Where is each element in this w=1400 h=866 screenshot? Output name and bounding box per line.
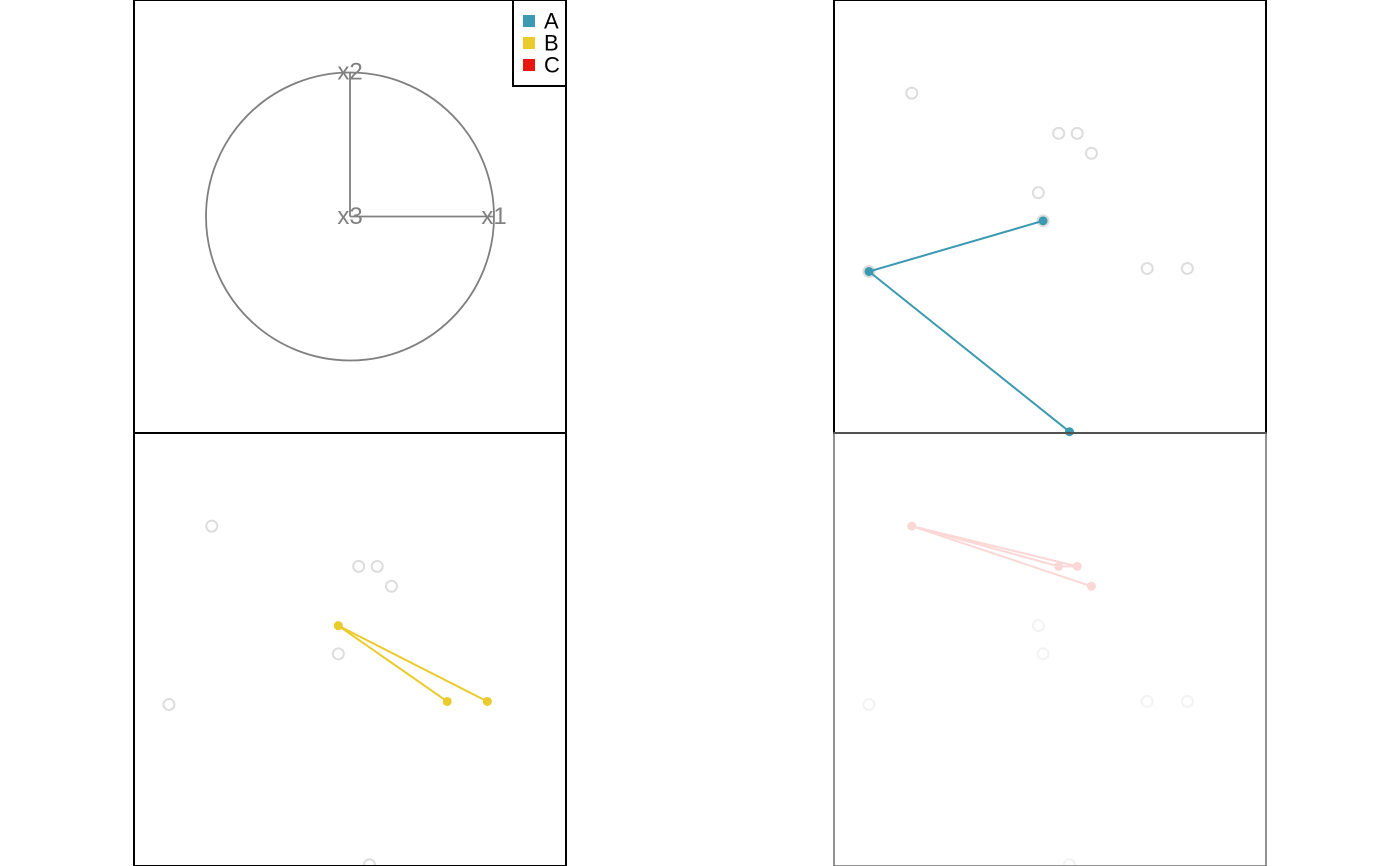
panel-frame-group-b <box>133 432 567 866</box>
edge-a-2 <box>868 270 1071 433</box>
background-point-a-3 <box>1070 126 1084 140</box>
panel-frame-group-c <box>833 432 1267 866</box>
edge-c-3 <box>911 525 1092 588</box>
scatter-marks-group-a <box>862 86 1194 437</box>
background-point-a-8 <box>1140 261 1154 275</box>
scatter-marks-group-b <box>162 519 492 866</box>
scatter-panel-group-c <box>833 432 1267 866</box>
background-point-c-2 <box>1036 647 1050 661</box>
axes-layer: x1 x2 x3 <box>205 59 507 362</box>
background-point-a-5 <box>1031 186 1045 200</box>
group-point-a-2 <box>864 266 874 276</box>
background-point-c-4 <box>1140 694 1154 708</box>
group-point-b-3 <box>482 696 492 706</box>
background-point-b-4 <box>384 579 398 593</box>
legend-swatch-c <box>523 59 535 71</box>
background-point-a-9 <box>1180 261 1194 275</box>
group-point-a-1 <box>1038 216 1048 226</box>
background-point-a-1 <box>905 86 919 100</box>
panel-frame-group-a <box>833 0 1267 434</box>
group-point-c-2 <box>1054 561 1064 571</box>
background-point-a-2 <box>1052 126 1066 140</box>
background-point-c-1 <box>1031 619 1045 633</box>
axis-label-x2: x2 <box>337 59 362 86</box>
edge-c-2 <box>911 525 1078 568</box>
background-point-b-7 <box>362 858 376 866</box>
axis-label-x3: x3 <box>337 203 362 230</box>
background-point-b-6 <box>162 697 176 711</box>
group-point-c-4 <box>1086 581 1096 591</box>
legend-swatch-b <box>523 37 535 49</box>
scatter-panel-group-a <box>833 0 1267 437</box>
edge-a-1 <box>868 219 1044 273</box>
group-point-b-2 <box>442 696 452 706</box>
edge-b-1 <box>337 624 448 703</box>
background-point-c-5 <box>1180 694 1194 708</box>
group-point-c-3 <box>1072 561 1082 571</box>
legend-label-c: C <box>544 53 560 78</box>
figure-canvas: x1 x2 x3 ABC <box>133 0 1267 866</box>
edge-b-2 <box>337 624 488 703</box>
legend-swatch-a <box>523 15 535 27</box>
scatter-marks-group-c <box>862 521 1194 866</box>
axes-panel: x1 x2 x3 ABC <box>133 0 567 434</box>
axis-label-x1: x1 <box>481 203 506 230</box>
background-point-b-5 <box>331 647 345 661</box>
background-point-b-3 <box>370 559 384 573</box>
background-point-b-1 <box>205 519 219 533</box>
background-point-c-3 <box>862 697 876 711</box>
group-point-a-3 <box>1064 427 1074 437</box>
scatter-panel-group-b <box>133 432 567 866</box>
background-point-b-2 <box>352 559 366 573</box>
group-point-b-1 <box>333 621 343 631</box>
legend: ABC <box>512 0 567 87</box>
group-point-c-1 <box>907 521 917 531</box>
background-point-a-4 <box>1084 146 1098 160</box>
background-point-c-6 <box>1062 858 1076 866</box>
